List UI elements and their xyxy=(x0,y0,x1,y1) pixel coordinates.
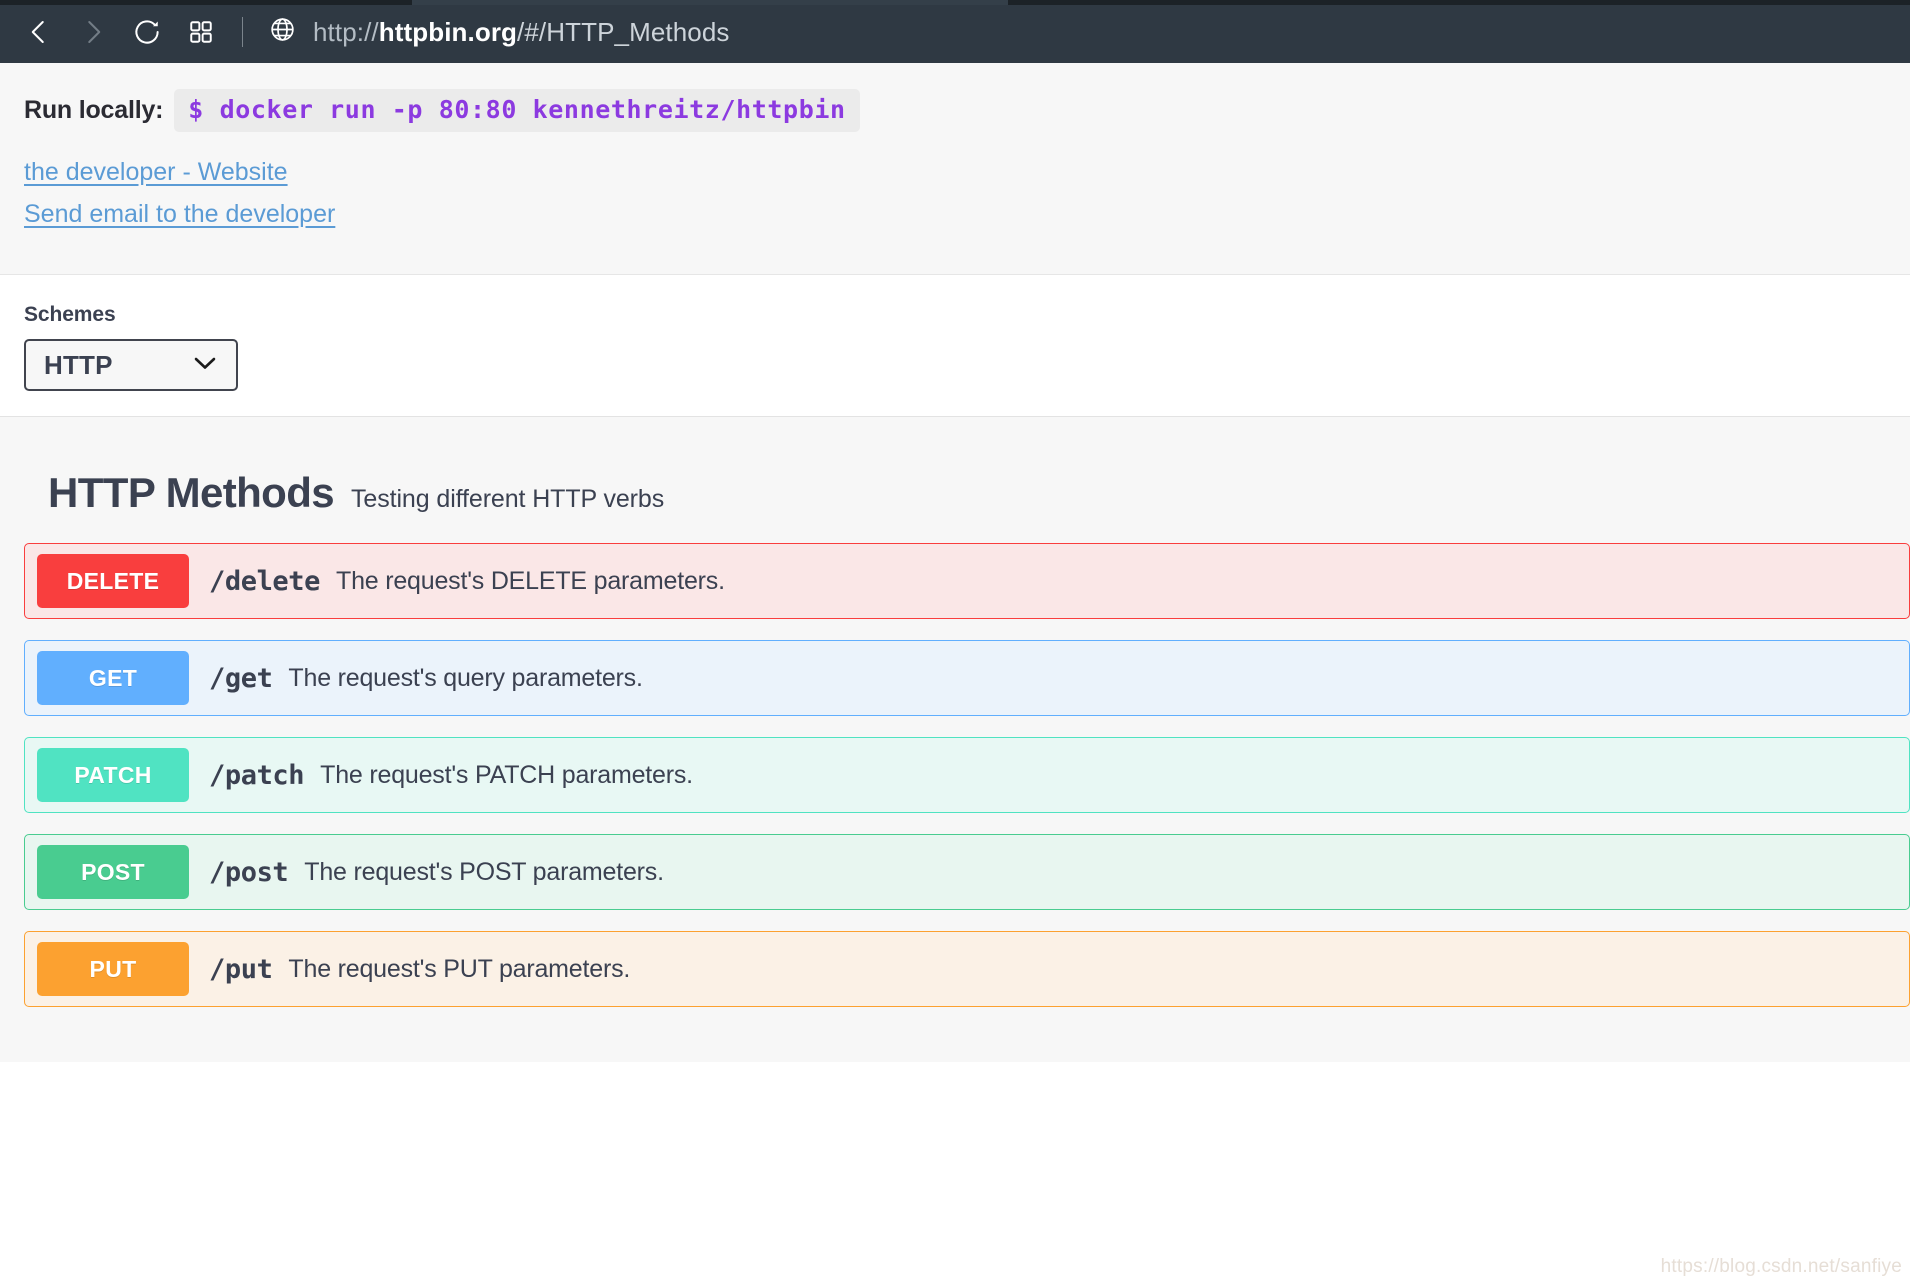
scheme-select[interactable]: HTTP xyxy=(24,339,238,391)
schemes-section: Schemes HTTP xyxy=(0,275,1910,417)
toolbar-divider xyxy=(242,17,243,47)
operation-row-put[interactable]: PUT /put The request's PUT parameters. xyxy=(24,931,1910,1007)
back-button[interactable] xyxy=(12,5,66,59)
chevron-right-icon xyxy=(78,17,108,47)
developer-email-link[interactable]: Send email to the developer xyxy=(24,200,335,229)
operation-row-get[interactable]: GET /get The request's query parameters. xyxy=(24,640,1910,716)
operations-section: HTTP Methods Testing different HTTP verb… xyxy=(0,417,1910,1062)
method-badge: POST xyxy=(37,845,189,899)
operations-list: DELETE /delete The request's DELETE para… xyxy=(0,543,1910,1007)
operation-path: /delete xyxy=(209,566,320,597)
operation-summary: The request's DELETE parameters. xyxy=(336,567,1909,596)
chevron-left-icon xyxy=(24,17,54,47)
operation-row-post[interactable]: POST /post The request's POST parameters… xyxy=(24,834,1910,910)
run-locally-section: Run locally: $ docker run -p 80:80 kenne… xyxy=(0,63,1910,275)
operation-path: /put xyxy=(209,954,272,985)
scheme-selected-value: HTTP xyxy=(44,350,190,381)
operation-path: /post xyxy=(209,857,288,888)
operation-summary: The request's PUT parameters. xyxy=(288,955,1909,984)
url-scheme: http:// xyxy=(313,17,379,47)
method-badge: PUT xyxy=(37,942,189,996)
grid-squares-icon xyxy=(188,19,214,45)
page-subtitle: Testing different HTTP verbs xyxy=(351,485,664,514)
operation-row-patch[interactable]: PATCH /patch The request's PATCH paramet… xyxy=(24,737,1910,813)
reload-button[interactable] xyxy=(120,5,174,59)
developer-links: the developer - Website Send email to th… xyxy=(24,158,1910,229)
watermark-text: https://blog.csdn.net/sanfiye xyxy=(1661,1256,1902,1278)
schemes-label: Schemes xyxy=(24,303,1910,327)
docker-command-code[interactable]: $ docker run -p 80:80 kennethreitz/httpb… xyxy=(174,89,859,132)
operation-summary: The request's query parameters. xyxy=(288,664,1909,693)
operation-summary: The request's POST parameters. xyxy=(304,858,1909,887)
chevron-down-icon xyxy=(190,353,220,378)
site-info-button[interactable] xyxy=(259,9,305,55)
operations-header: HTTP Methods Testing different HTTP verb… xyxy=(0,469,1910,517)
operation-summary: The request's PATCH parameters. xyxy=(320,761,1909,790)
apps-grid-button[interactable] xyxy=(174,5,228,59)
reload-icon xyxy=(132,17,162,47)
forward-button[interactable] xyxy=(66,5,120,59)
operation-row-delete[interactable]: DELETE /delete The request's DELETE para… xyxy=(24,543,1910,619)
url-host: httpbin.org xyxy=(379,17,517,47)
page-title: HTTP Methods xyxy=(48,469,334,517)
globe-icon xyxy=(269,16,296,48)
method-badge: PATCH xyxy=(37,748,189,802)
method-badge: GET xyxy=(37,651,189,705)
url-fragment: /#/HTTP_Methods xyxy=(517,17,729,47)
developer-website-link[interactable]: the developer - Website xyxy=(24,158,288,187)
run-locally-label: Run locally: xyxy=(24,96,163,125)
active-tab-strip xyxy=(412,0,1008,5)
address-bar[interactable]: http://httpbin.org/#/HTTP_Methods xyxy=(313,16,730,48)
method-badge: DELETE xyxy=(37,554,189,608)
operation-path: /patch xyxy=(209,760,304,791)
browser-toolbar: http://httpbin.org/#/HTTP_Methods xyxy=(0,0,1910,63)
run-locally-row: Run locally: $ docker run -p 80:80 kenne… xyxy=(24,89,1910,132)
operation-path: /get xyxy=(209,663,272,694)
